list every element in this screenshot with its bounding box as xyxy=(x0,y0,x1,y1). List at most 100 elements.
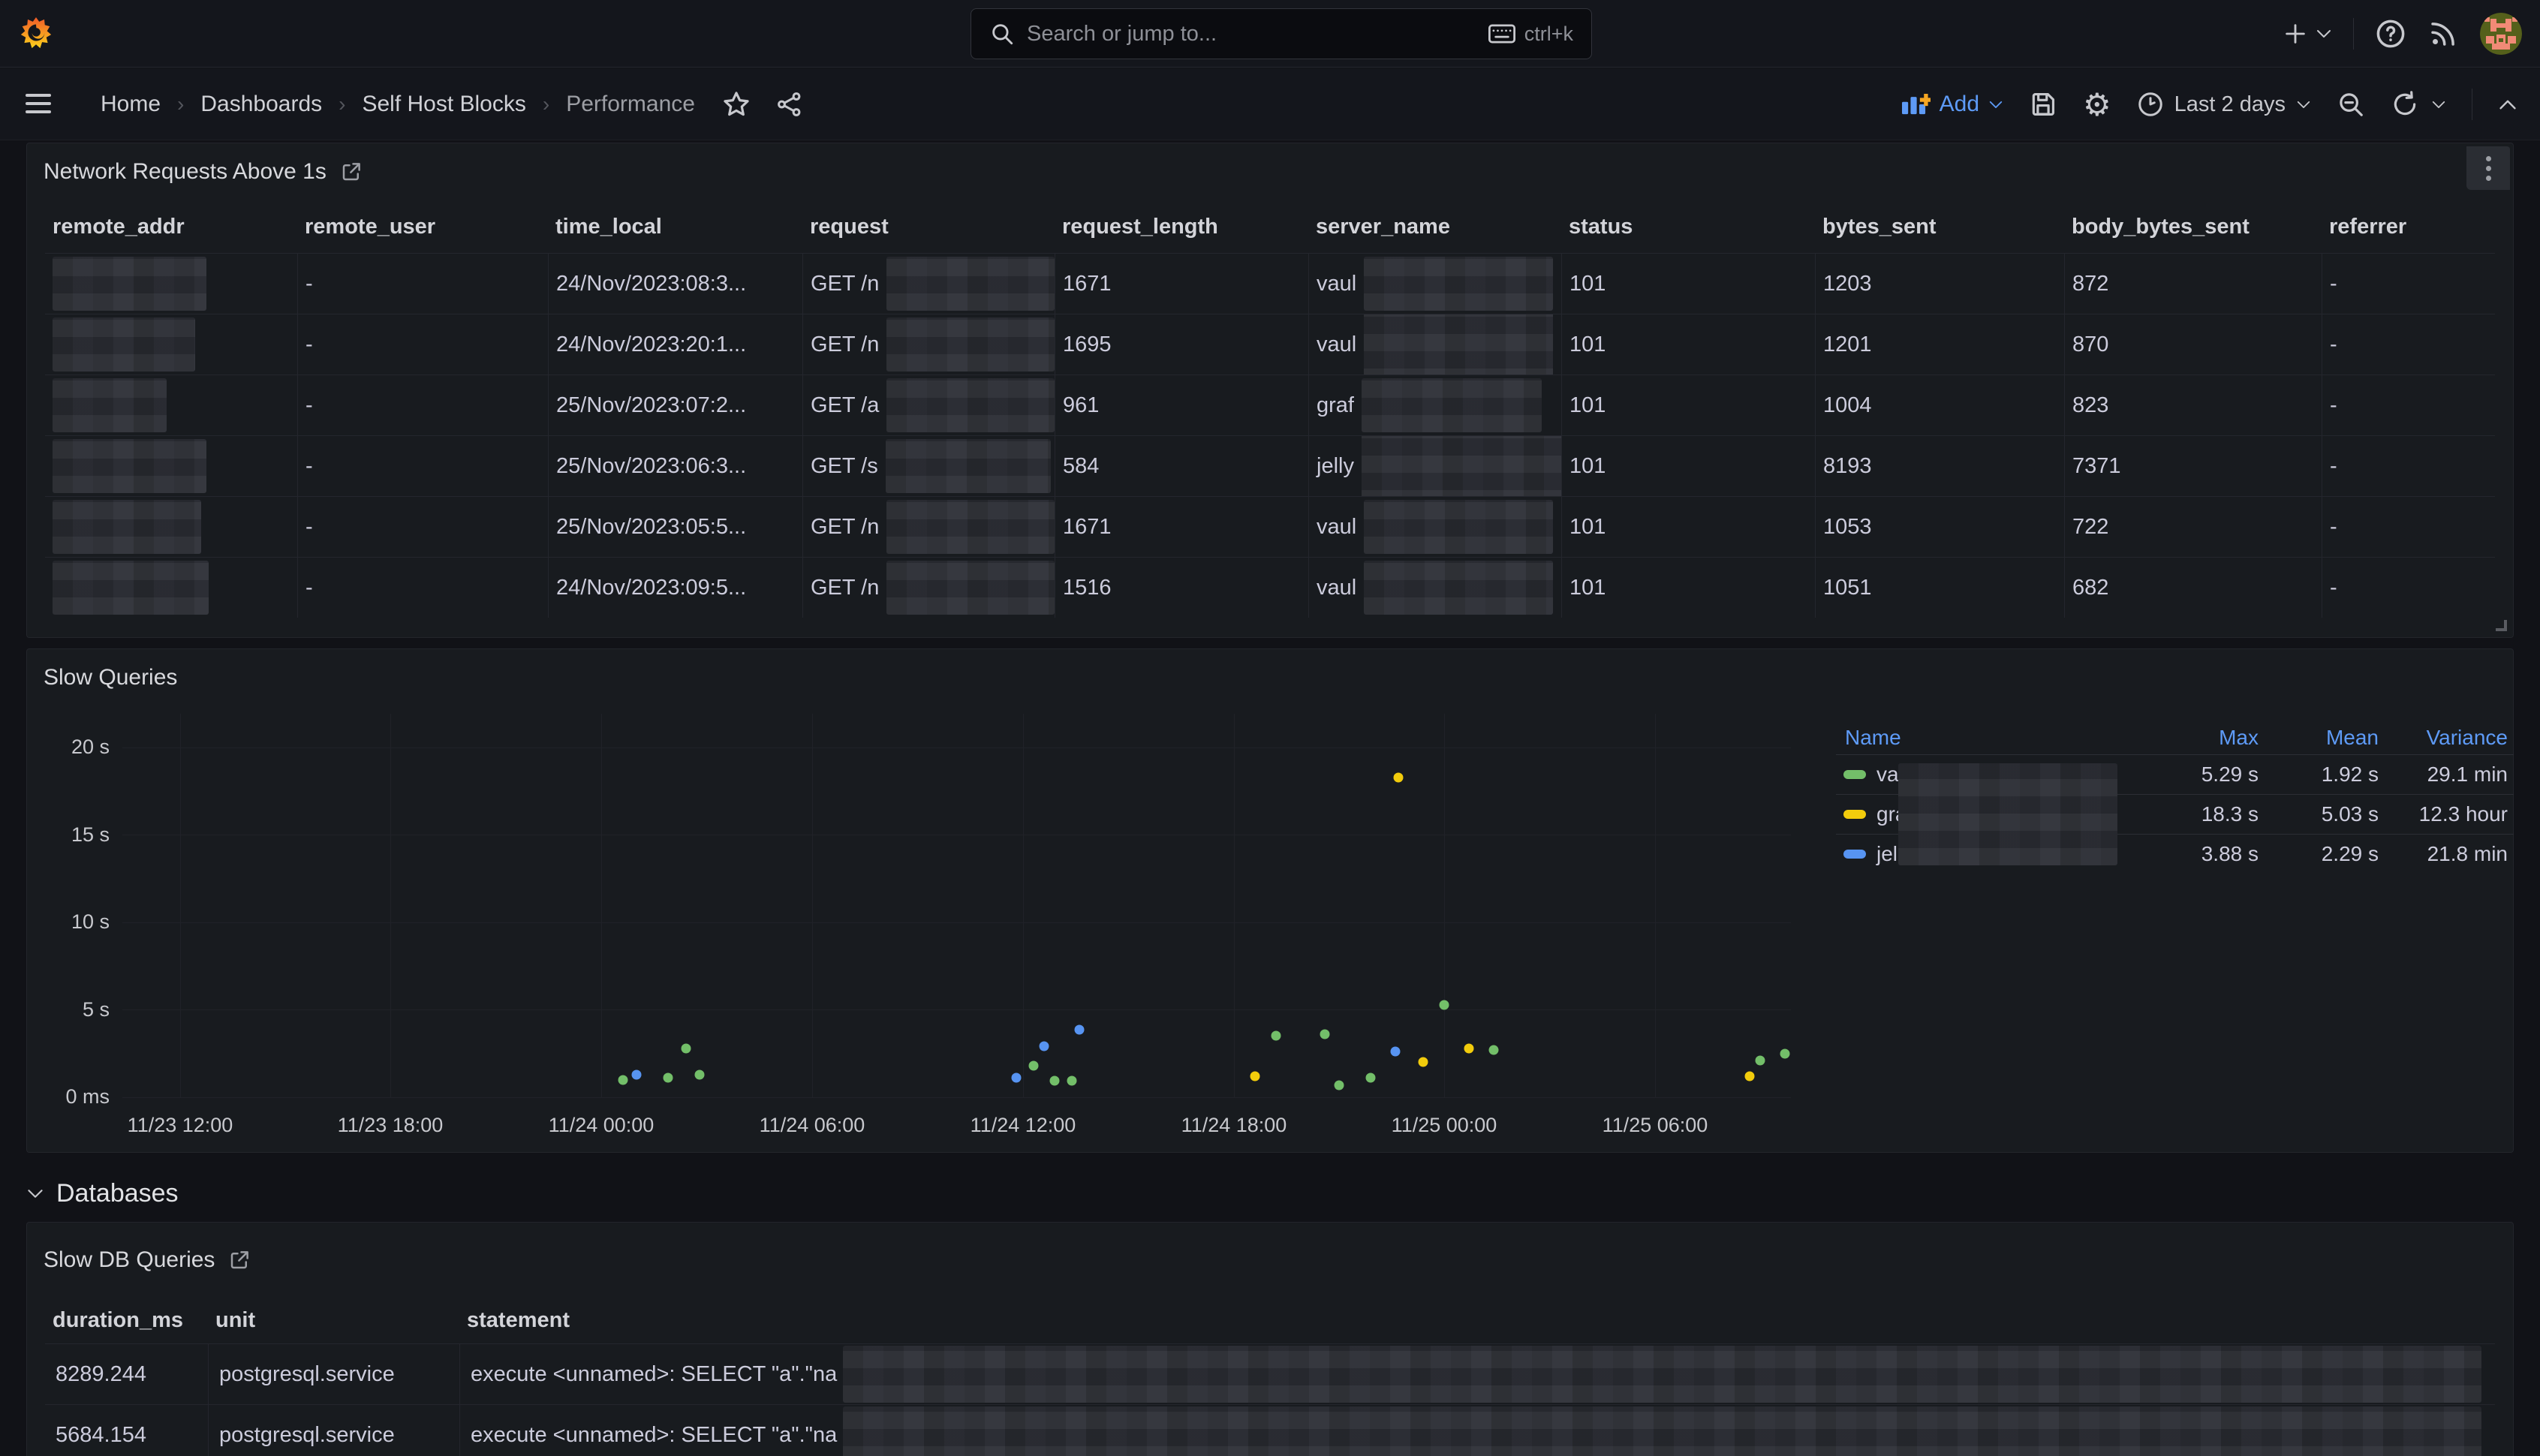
cell-referrer: - xyxy=(2330,272,2337,296)
panel-title[interactable]: Slow Queries xyxy=(44,665,177,690)
table-row: - 25/Nov/2023:06:3... GET /s 584 jelly 1… xyxy=(45,435,2495,496)
user-avatar[interactable] xyxy=(2480,13,2522,55)
breadcrumb: Home › Dashboards › Self Host Blocks › P… xyxy=(101,68,803,140)
x-tick: 11/24 06:00 xyxy=(760,1114,865,1137)
y-tick: 15 s xyxy=(35,823,110,847)
cell-time-local: 25/Nov/2023:07:2... xyxy=(556,393,746,418)
breadcrumb-dashboards[interactable]: Dashboards xyxy=(200,92,322,117)
chevron-down-icon xyxy=(1988,100,2003,110)
panel-menu-button[interactable] xyxy=(2466,146,2510,190)
panel-title[interactable]: Slow DB Queries xyxy=(44,1247,215,1273)
redacted-remote-addr xyxy=(53,257,206,311)
panel-title[interactable]: Network Requests Above 1s xyxy=(44,159,327,185)
col-header[interactable]: referrer xyxy=(2322,200,2495,253)
panel-resize-handle[interactable] xyxy=(2496,620,2507,631)
legend-col-max[interactable]: Max xyxy=(2146,726,2259,750)
share-icon[interactable] xyxy=(776,91,803,118)
refresh-button[interactable] xyxy=(2391,90,2446,119)
col-header[interactable]: time_local xyxy=(548,200,802,253)
table-row: - 25/Nov/2023:07:2... GET /a 961 graf 10… xyxy=(45,375,2495,435)
search-placeholder: Search or jump to... xyxy=(1027,22,1476,47)
cell-server-name: vaul xyxy=(1317,576,1356,600)
legend-col-name[interactable]: Name xyxy=(1836,726,2146,750)
cell-referrer: - xyxy=(2330,454,2337,479)
col-header[interactable]: request xyxy=(802,200,1055,253)
col-header[interactable]: status xyxy=(1561,200,1815,253)
cell-server-name: jelly xyxy=(1317,454,1354,479)
breadcrumb-home[interactable]: Home xyxy=(101,92,161,117)
slow-queries-plot[interactable]: 11/23 12:00 11/23 18:00 11/24 00:00 11/2… xyxy=(122,748,1791,1097)
chevron-down-icon xyxy=(2296,100,2311,110)
scatter-point xyxy=(1440,1000,1449,1009)
y-tick: 10 s xyxy=(35,910,110,934)
zoom-out-icon[interactable] xyxy=(2337,90,2365,119)
col-header[interactable]: server_name xyxy=(1308,200,1561,253)
redacted-server-name xyxy=(1364,500,1553,554)
scatter-point xyxy=(618,1075,627,1084)
menu-toggle-icon[interactable] xyxy=(26,94,51,113)
col-header[interactable]: unit xyxy=(208,1298,459,1343)
dashboard-settings-icon[interactable]: ⚙ xyxy=(2083,86,2111,123)
series-mean: 5.03 s xyxy=(2259,802,2379,826)
cell-unit: postgresql.service xyxy=(219,1362,395,1387)
cell-status: 101 xyxy=(1569,393,1606,418)
table-header-row: duration_ms unit statement xyxy=(45,1298,2495,1343)
cell-status: 101 xyxy=(1569,454,1606,479)
x-tick: 11/25 06:00 xyxy=(1603,1114,1708,1137)
x-tick: 11/24 00:00 xyxy=(549,1114,655,1137)
divider xyxy=(2353,18,2354,50)
scatter-point xyxy=(1419,1057,1428,1067)
search-input[interactable]: Search or jump to... ctrl+k xyxy=(971,8,1592,59)
series-variance: 12.3 hour xyxy=(2379,802,2514,826)
time-range-picker[interactable]: Last 2 days xyxy=(2137,91,2311,118)
cell-bytes-sent: 1201 xyxy=(1823,332,1872,357)
grafana-logo-icon[interactable] xyxy=(20,15,53,53)
external-link-icon[interactable] xyxy=(340,161,363,183)
save-dashboard-icon[interactable] xyxy=(2029,90,2057,119)
help-icon[interactable] xyxy=(2375,18,2406,50)
panel-slow-db-queries: Slow DB Queries duration_ms unit stateme… xyxy=(26,1222,2514,1456)
scatter-point xyxy=(1334,1080,1344,1090)
cell-time-local: 24/Nov/2023:08:3... xyxy=(556,272,746,296)
cell-request: GET /n xyxy=(811,272,879,296)
favorite-star-icon[interactable] xyxy=(722,90,751,119)
external-link-icon[interactable] xyxy=(228,1249,251,1271)
scatter-point xyxy=(1067,1075,1077,1085)
col-header[interactable]: body_bytes_sent xyxy=(2064,200,2322,253)
redacted-server-name xyxy=(1364,257,1553,311)
cell-statement: execute <unnamed>: SELECT "a"."na xyxy=(471,1423,837,1448)
add-button[interactable]: Add xyxy=(1900,91,2003,118)
redacted-request xyxy=(886,439,1051,493)
section-databases[interactable]: Databases xyxy=(26,1175,179,1212)
cell-bytes-sent: 1053 xyxy=(1823,515,1872,540)
cell-duration: 8289.244 xyxy=(56,1362,146,1387)
add-panel-icon xyxy=(1900,91,1931,118)
panel-slow-queries: Slow Queries 20 s 15 s 10 s 5 s 0 ms 11/… xyxy=(26,648,2514,1153)
cell-request: GET /n xyxy=(811,515,879,540)
collapse-toolbar-icon[interactable] xyxy=(2498,98,2517,111)
x-tick: 11/24 12:00 xyxy=(971,1114,1076,1137)
col-header[interactable]: bytes_sent xyxy=(1815,200,2064,253)
col-header[interactable]: statement xyxy=(459,1298,2495,1343)
scatter-point xyxy=(1780,1048,1790,1058)
cell-status: 101 xyxy=(1569,515,1606,540)
scatter-point xyxy=(1250,1072,1259,1081)
news-rss-icon[interactable] xyxy=(2427,18,2459,50)
series-variance: 21.8 min xyxy=(2379,842,2514,866)
legend-col-variance[interactable]: Variance xyxy=(2379,726,2514,750)
scatter-point xyxy=(1464,1043,1474,1053)
col-header[interactable]: duration_ms xyxy=(45,1298,208,1343)
toolbar-actions: Add ⚙ Last 2 days xyxy=(1900,68,2540,140)
col-header[interactable]: remote_user xyxy=(297,200,548,253)
top-nav-bar: Search or jump to... ctrl+k xyxy=(0,0,2540,68)
legend-header-row: Name Max Mean Variance xyxy=(1836,721,2514,754)
breadcrumb-current: Performance xyxy=(566,92,695,117)
breadcrumb-folder[interactable]: Self Host Blocks xyxy=(362,92,525,117)
cell-referrer: - xyxy=(2330,332,2337,357)
table-row: - 24/Nov/2023:08:3... GET /n 1671 vaul 1… xyxy=(45,253,2495,314)
new-dropdown-button[interactable] xyxy=(2283,21,2332,47)
col-header[interactable]: request_length xyxy=(1055,200,1308,253)
legend-col-mean[interactable]: Mean xyxy=(2259,726,2379,750)
col-header[interactable]: remote_addr xyxy=(45,200,297,253)
cell-body-bytes-sent: 682 xyxy=(2072,576,2108,600)
